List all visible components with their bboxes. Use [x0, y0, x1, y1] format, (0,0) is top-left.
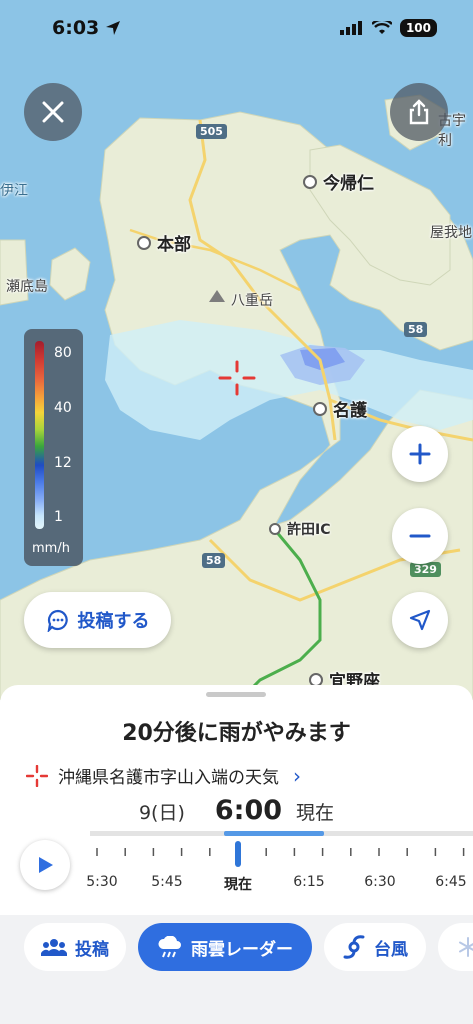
place-label: 本部 [157, 235, 191, 255]
status-icons: 100 [339, 19, 437, 37]
rain-cloud-icon [158, 936, 181, 958]
timeline-track[interactable] [90, 831, 473, 836]
tab-rain-radar[interactable]: 雨雲レーダー [138, 923, 312, 971]
sheet-handle[interactable] [206, 692, 266, 697]
plus-icon [409, 443, 431, 465]
road-shield-58-north: 58 [404, 322, 428, 337]
current-location-button[interactable] [392, 592, 448, 648]
now-label: 現在 [296, 802, 335, 824]
post-button-label: 投稿する [77, 611, 150, 632]
timeline-label: 6:15 [293, 874, 325, 890]
place-label: 屋我地 [430, 225, 472, 241]
timeline-label: 5:30 [86, 874, 118, 890]
place-dot [313, 401, 327, 416]
post-bubble-icon [47, 609, 68, 632]
place-label: 伊江 [0, 183, 28, 199]
minus-icon [409, 534, 431, 538]
place-label: 許田IC [287, 522, 331, 538]
close-button[interactable] [24, 83, 82, 141]
timeline-label: 6:30 [364, 874, 396, 890]
timeline-label: 6:45 [435, 874, 467, 890]
place-motobu: 本部 [137, 230, 191, 255]
place-label: 瀬底島 [6, 279, 48, 295]
tab-label: 雨雲レーダー [191, 939, 293, 960]
tab-post[interactable]: 投稿 [24, 923, 126, 971]
post-button[interactable]: 投稿する [24, 592, 171, 648]
snowflake-icon [459, 937, 473, 957]
place-yagaji: 屋我地 [430, 222, 472, 242]
battery-indicator: 100 [399, 19, 437, 37]
current-time-label: 6:00 [214, 795, 283, 826]
status-bar: 6:03 100 [0, 0, 473, 56]
close-icon [42, 101, 64, 123]
place-sesoko: 瀬底島 [6, 276, 48, 296]
place-label: 今帰仁 [323, 174, 374, 194]
app-root: 505 58 58 329 今帰仁 本部 八重岳 名護 許田IC 宜野座 伊江 … [0, 0, 473, 1024]
datetime-row: 9(日) 6:00 現在 [0, 795, 473, 826]
tab-label: 投稿 [75, 939, 109, 960]
legend-label-1: 1 [54, 509, 63, 525]
timeline-label: 5:45 [151, 874, 183, 890]
location-arrow-icon [106, 21, 121, 35]
place-kyoda-ic: 許田IC [269, 519, 330, 539]
share-button[interactable] [390, 83, 448, 141]
people-icon [41, 939, 67, 956]
timeline-label: 現在 [224, 877, 252, 893]
signal-icon [339, 21, 362, 35]
tab-snow[interactable] [438, 923, 473, 971]
road-shield-329: 329 [410, 562, 441, 577]
legend-label-40: 40 [54, 400, 72, 416]
zoom-in-button[interactable] [392, 426, 448, 482]
place-nakijin: 今帰仁 [303, 169, 374, 194]
play-button[interactable] [20, 840, 70, 890]
place-ie: 伊江 [0, 180, 28, 200]
play-icon [39, 857, 53, 873]
navigation-arrow-icon [409, 609, 431, 631]
legend-unit: mm/h [32, 541, 70, 556]
share-icon [409, 99, 429, 125]
location-target-icon [26, 764, 48, 787]
status-time-group: 6:03 [52, 17, 121, 39]
location-link[interactable]: 沖縄県名護市字山入端の天気 › [26, 763, 301, 788]
rain-stop-headline: 20分後に雨がやみます [122, 721, 351, 746]
rain-legend: 80 40 12 1 mm/h [24, 329, 83, 566]
place-nago: 名護 [313, 396, 367, 421]
bottom-tab-bar: 投稿 雨雲レーダー 台風 [0, 915, 473, 1024]
place-dot [269, 523, 281, 535]
tab-typhoon[interactable]: 台風 [324, 923, 426, 971]
place-dot [303, 174, 317, 189]
date-label: 9(日) [138, 802, 185, 824]
zoom-out-button[interactable] [392, 508, 448, 564]
road-shield-505: 505 [196, 124, 227, 139]
legend-label-12: 12 [54, 455, 72, 471]
place-yaedake: 八重岳 [231, 290, 273, 310]
timeline-thumb[interactable] [235, 841, 241, 867]
tab-label: 台風 [374, 939, 408, 960]
place-label: 八重岳 [231, 293, 273, 309]
forecast-sheet: 20分後に雨がやみます 沖縄県名護市字山入端の天気 › 9(日) 6:00 現在… [0, 685, 473, 915]
timeline-range [224, 831, 324, 836]
timeline-ticks [96, 848, 465, 856]
legend-label-80: 80 [54, 345, 72, 361]
place-label: 名護 [333, 401, 367, 421]
chevron-right-icon: › [293, 763, 301, 788]
place-dot [137, 235, 151, 250]
road-shield-58-south: 58 [202, 553, 226, 568]
status-time: 6:03 [52, 17, 100, 39]
location-name: 沖縄県名護市字山入端の天気 [58, 768, 279, 788]
typhoon-icon [343, 935, 365, 959]
legend-color-bar [35, 341, 44, 529]
wifi-icon [371, 21, 392, 34]
